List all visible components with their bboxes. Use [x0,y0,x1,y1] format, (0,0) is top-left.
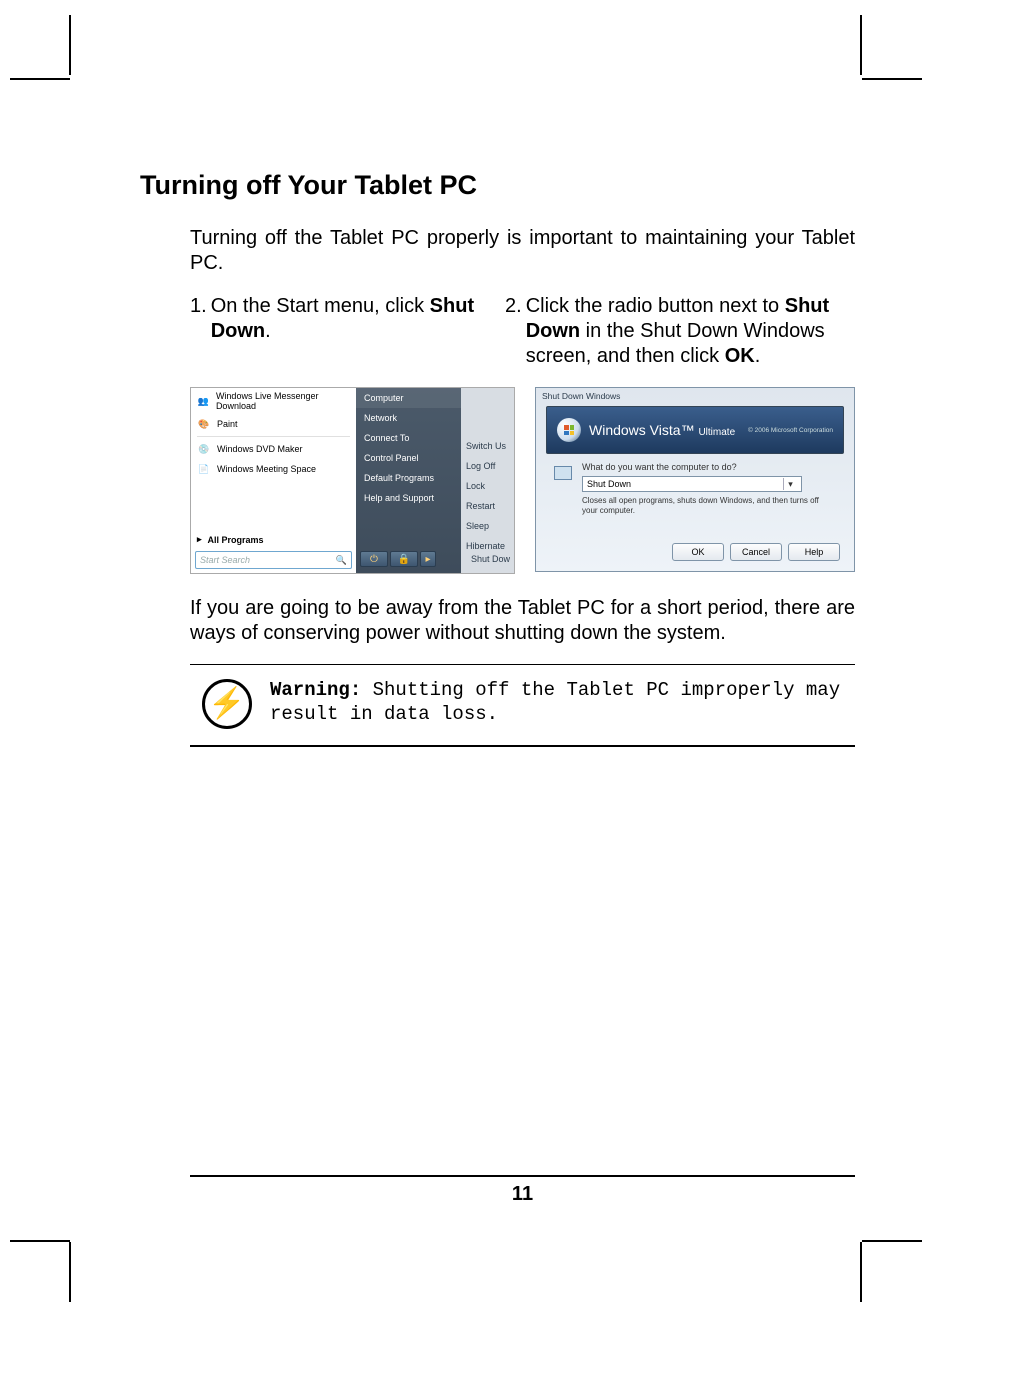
crop-mark [10,78,70,80]
page-footer: 11 [190,1175,855,1206]
ok-button: OK [672,543,724,561]
crop-mark [862,1240,922,1242]
section-heading: Turning off Your Tablet PC [140,170,860,201]
start-menu-item: 📄 Windows Meeting Space [191,459,356,479]
start-menu-item: 💿 Windows DVD Maker [191,439,356,459]
footer-rule [190,1175,855,1177]
power-icon: ⏻ [360,551,388,567]
lock-icon: 🔒 [390,551,418,567]
step-text: On the Start menu, click Shut Down. [211,294,480,369]
search-icon: 🔍 [336,555,347,566]
flyout-item: Sleep [461,516,515,536]
step-1: 1. On the Start menu, click Shut Down. [190,294,480,369]
vista-banner: Windows Vista™ Ultimate © 2006 Microsoft… [546,406,844,454]
chevron-right-icon: ▸ [420,551,436,567]
copyright-text: © 2006 Microsoft Corporation [748,427,833,434]
chevron-right-icon: ▸ [197,534,202,545]
monitor-icon [554,466,572,480]
right-item: Default Programs [356,468,461,488]
messenger-icon: 👥 [197,394,210,408]
step-2: 2. Click the radio button next to Shut D… [505,294,835,369]
paint-icon: 🎨 [197,417,211,431]
step-text: Click the radio button next to Shut Down… [526,294,835,369]
step-list: 1. On the Start menu, click Shut Down. 2… [190,294,855,369]
dialog-question: What do you want the computer to do? [582,462,737,472]
crop-mark [69,15,71,75]
dialog-buttons: OK Cancel Help [672,543,840,561]
right-item: Control Panel [356,448,461,468]
flyout-item: Switch Us [461,436,515,456]
shutdown-flyout: Switch Us Log Off Lock Restart Sleep Hib… [461,388,515,573]
power-buttons: ⏻ 🔒 ▸ [356,551,461,569]
warning-box: ⚡ Warning: Shutting off the Tablet PC im… [190,664,855,747]
all-programs: ▸ All Programs [197,534,264,545]
intro-paragraph: Turning off the Tablet PC properly is im… [190,226,855,276]
right-item: Connect To [356,428,461,448]
start-menu-screenshot: 👥 Windows Live Messenger Download 🎨 Pain… [190,387,515,574]
lightning-icon: ⚡ [202,679,252,729]
vista-brand: Windows Vista™ Ultimate [589,422,735,438]
warning-text: Warning: Shutting off the Tablet PC impr… [270,679,851,727]
flyout-item: Lock [461,476,515,496]
start-menu-item: 👥 Windows Live Messenger Download [191,388,356,414]
cancel-button: Cancel [730,543,782,561]
page-content: Turning off Your Tablet PC Turning off t… [140,170,860,747]
flyout-item: Log Off [461,456,515,476]
action-description: Closes all open programs, shuts down Win… [582,496,822,515]
flyout-item: Shut Dow [466,549,515,569]
crop-mark [10,1240,70,1242]
action-dropdown: Shut Down ▾ [582,476,802,492]
dialog-title: Shut Down Windows [542,391,620,401]
right-item: Network [356,408,461,428]
start-menu-left-pane: 👥 Windows Live Messenger Download 🎨 Pain… [191,388,356,573]
crop-mark [860,1242,862,1302]
step-number: 2. [505,294,526,369]
screenshot-row: 👥 Windows Live Messenger Download 🎨 Pain… [190,387,855,574]
right-item: Help and Support [356,488,461,508]
chevron-down-icon: ▾ [783,478,797,490]
dvd-icon: 💿 [197,442,211,456]
page-number: 11 [190,1183,855,1206]
crop-mark [69,1242,71,1302]
windows-logo-icon [557,418,581,442]
after-paragraph: If you are going to be away from the Tab… [190,596,855,646]
divider [197,436,350,437]
right-item: Computer [356,388,461,408]
shutdown-dialog-screenshot: Shut Down Windows Windows Vista™ Ultimat… [535,387,855,572]
help-button: Help [788,543,840,561]
crop-mark [860,15,862,75]
crop-mark [862,78,922,80]
start-menu-right-pane: Computer Network Connect To Control Pane… [356,388,461,573]
flyout-item: Restart [461,496,515,516]
step-number: 1. [190,294,211,369]
meeting-icon: 📄 [197,462,211,476]
start-search-box: Start Search 🔍 [195,551,352,569]
start-menu-item: 🎨 Paint [191,414,356,434]
